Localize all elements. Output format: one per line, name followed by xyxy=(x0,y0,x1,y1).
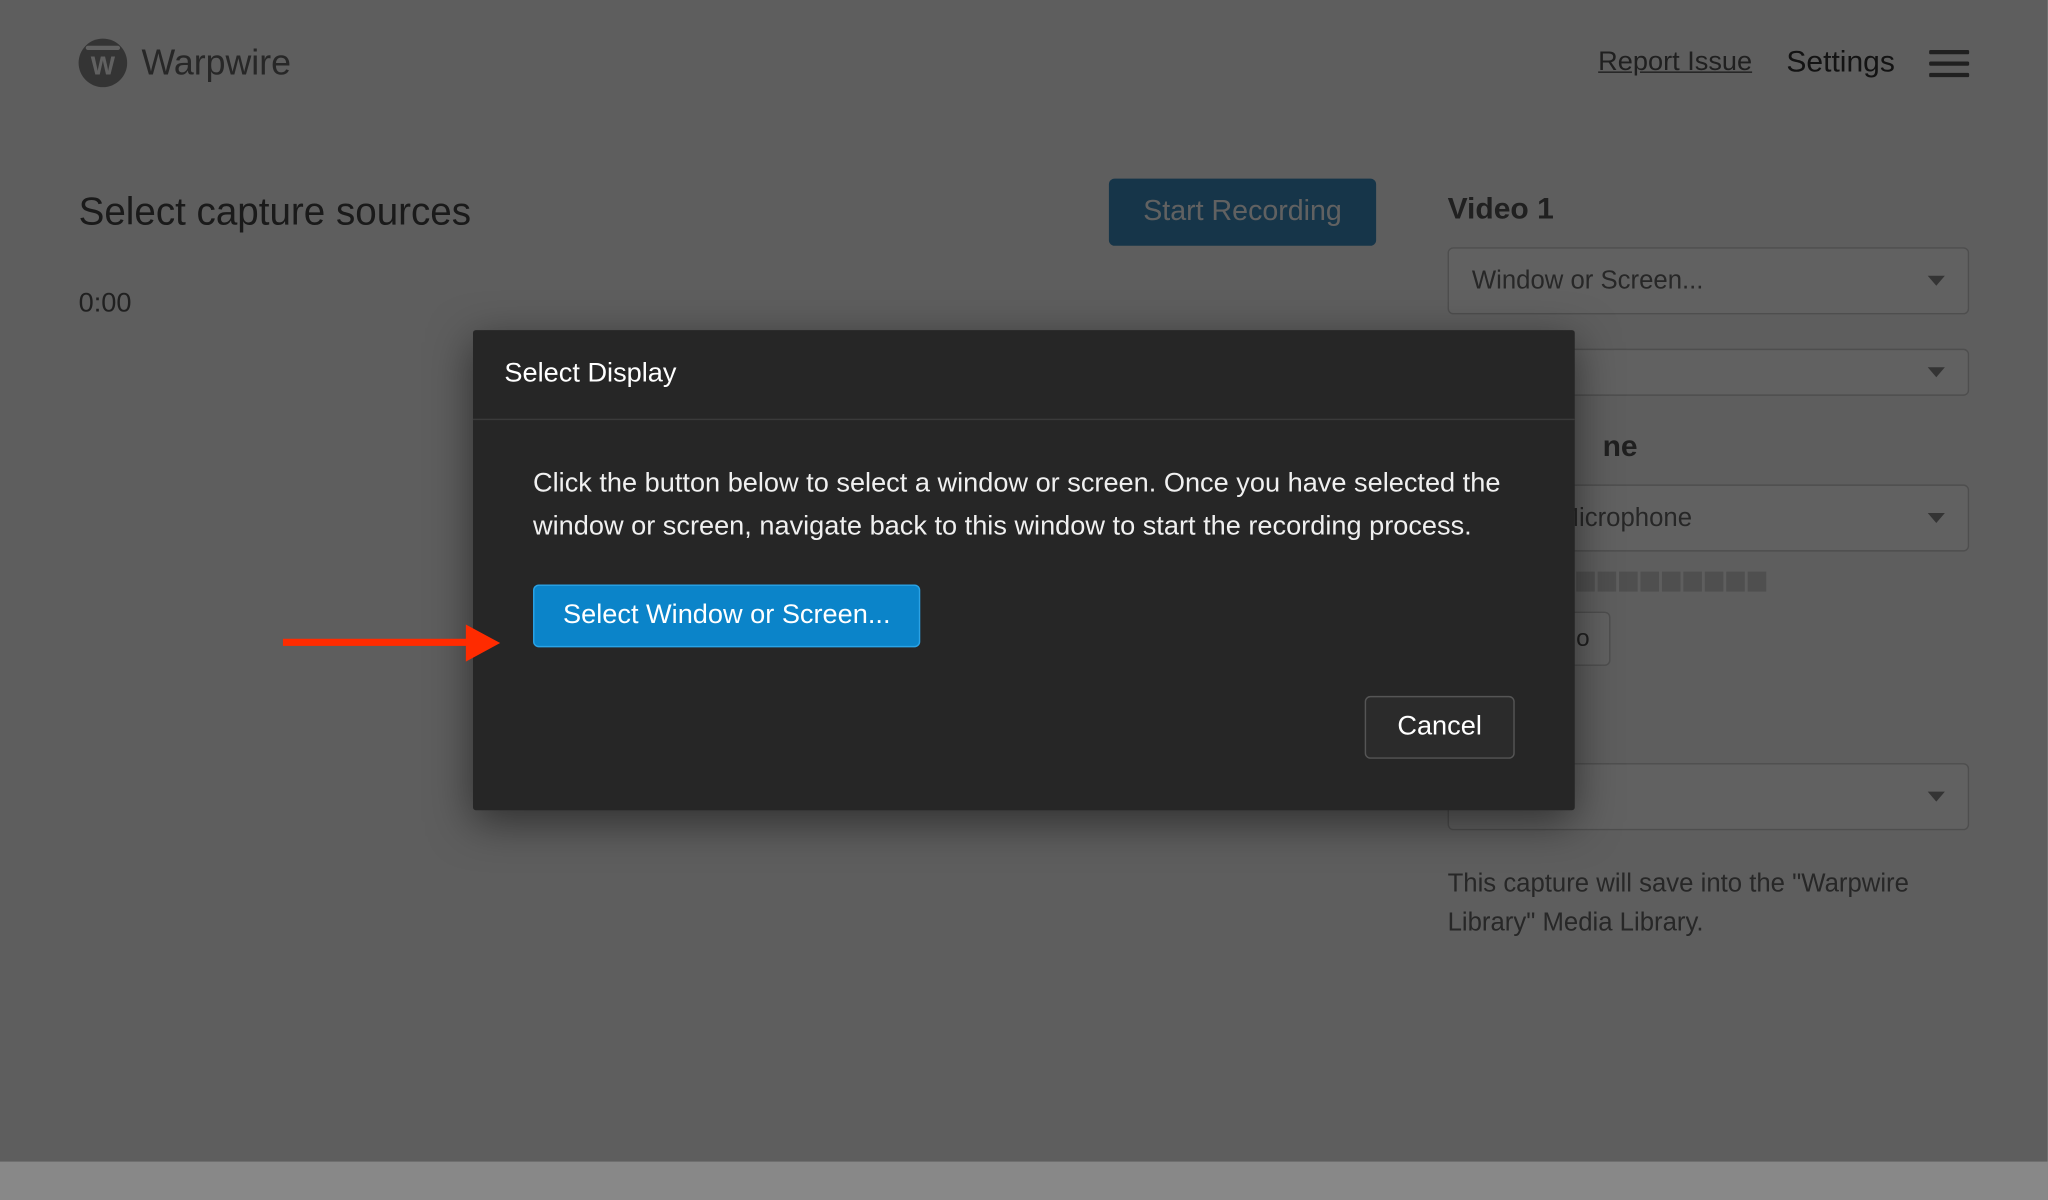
cancel-button[interactable]: Cancel xyxy=(1364,696,1514,759)
select-window-or-screen-button[interactable]: Select Window or Screen... xyxy=(533,584,920,647)
modal-title: Select Display xyxy=(473,330,1575,420)
select-display-modal: Select Display Click the button below to… xyxy=(473,330,1575,810)
modal-body: Click the button below to select a windo… xyxy=(473,420,1575,661)
modal-footer: Cancel xyxy=(473,661,1575,810)
app-root: W Warpwire Report Issue Settings Select … xyxy=(0,0,2048,1162)
modal-instructions: Click the button below to select a windo… xyxy=(533,463,1515,550)
